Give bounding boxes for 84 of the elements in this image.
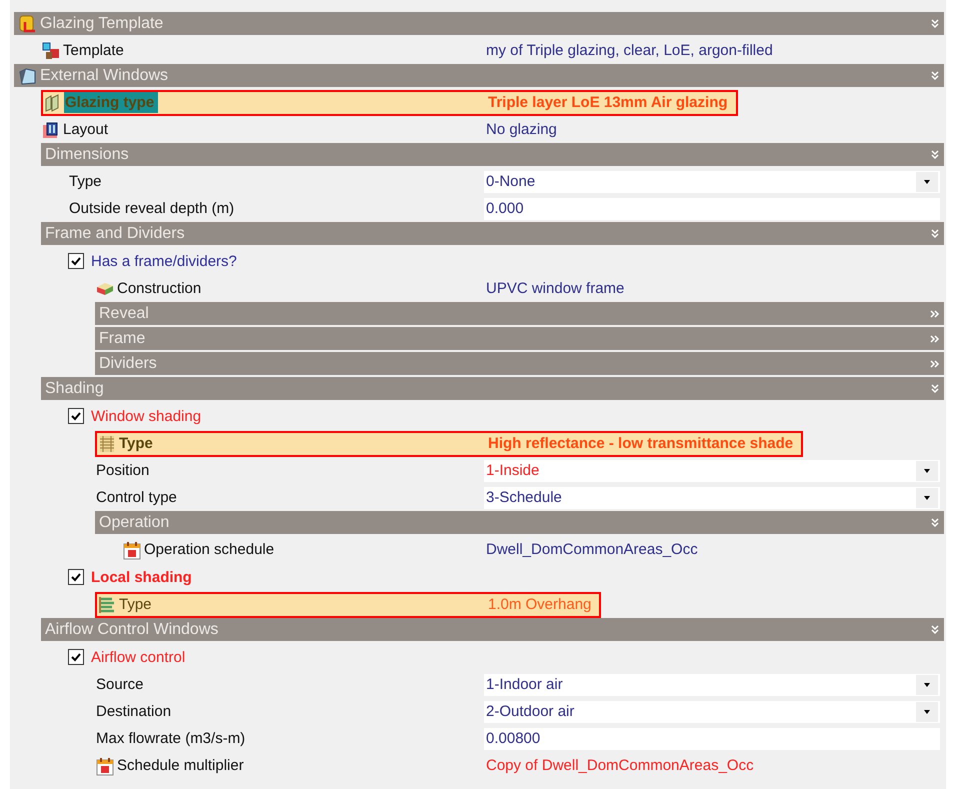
checkmark-icon <box>70 571 82 583</box>
checkbox[interactable] <box>68 253 84 269</box>
section-header[interactable]: Frame <box>95 327 944 350</box>
dropdown[interactable]: 0-None <box>484 170 940 192</box>
field-label: Operation schedule <box>143 540 276 559</box>
checkbox-label: Window shading <box>90 406 202 426</box>
input-field[interactable]: 0.000 <box>484 198 940 220</box>
input-field[interactable]: 0.00800 <box>484 728 940 750</box>
expand-icon[interactable] <box>930 334 940 344</box>
field-value: UPVC window frame <box>485 280 626 297</box>
field-value: my of Triple glazing, clear, LoE, argon-filled <box>485 42 774 59</box>
dropdown-arrow-icon[interactable] <box>923 494 931 502</box>
field-label: Layout <box>62 120 110 139</box>
blind-icon <box>97 434 117 454</box>
checkmark-icon <box>70 651 82 663</box>
dropdown[interactable]: 1-Inside <box>484 460 940 482</box>
field-label: Destination <box>95 702 172 721</box>
dropdown-arrow-icon[interactable] <box>923 466 931 474</box>
field-label: Glazing type <box>64 92 158 113</box>
section-title: Glazing Template <box>40 14 164 32</box>
section-title: Frame and Dividers <box>45 224 185 242</box>
overhang-icon <box>97 594 117 614</box>
checkmark-icon <box>70 410 82 422</box>
dropdown[interactable]: 1-Indoor air <box>484 674 940 696</box>
collapse-icon[interactable] <box>930 70 940 80</box>
collapse-icon[interactable] <box>930 150 940 160</box>
section-header[interactable]: Dimensions <box>41 143 944 166</box>
field-label: Template <box>62 41 125 60</box>
dropdown[interactable]: 3-Schedule <box>484 486 940 508</box>
field-value: High reflectance - low transmittance shade <box>487 435 794 452</box>
window-icon <box>18 66 38 86</box>
collapse-icon[interactable] <box>930 518 940 528</box>
dropdown[interactable]: 2-Outdoor air <box>484 700 940 722</box>
calendar-icon <box>95 756 115 776</box>
field-value: Copy of Dwell_DomCommonAreas_Occ <box>485 757 755 774</box>
collapse-icon[interactable] <box>930 384 940 394</box>
section-header[interactable]: External Windows <box>14 64 944 87</box>
expand-icon[interactable] <box>930 358 940 368</box>
section-title: Airflow Control Windows <box>45 620 218 638</box>
template-icon <box>18 14 38 34</box>
dropdown-arrow-icon[interactable] <box>923 178 931 186</box>
dropdown-arrow-icon[interactable] <box>923 708 931 716</box>
field-label: Type <box>68 172 103 191</box>
blocks-icon <box>41 40 61 60</box>
field-value: Dwell_DomCommonAreas_Occ <box>485 541 699 558</box>
field-label: Schedule multiplier <box>116 756 245 775</box>
section-header[interactable]: Dividers <box>95 352 944 375</box>
checkbox[interactable] <box>68 649 84 665</box>
checkbox-label: Has a frame/dividers? <box>90 252 238 270</box>
field-value: Triple layer LoE 13mm Air glazing <box>487 94 728 111</box>
section-header[interactable]: Glazing Template <box>14 12 944 35</box>
field-label: Outside reveal depth (m) <box>68 199 236 218</box>
field-label: Type <box>118 434 154 453</box>
checkbox[interactable] <box>68 408 84 424</box>
collapse-icon[interactable] <box>930 18 940 28</box>
section-header[interactable]: Reveal <box>95 302 944 325</box>
field-label: Source <box>95 675 145 694</box>
section-header[interactable]: Frame and Dividers <box>41 222 944 245</box>
expand-icon[interactable] <box>930 308 940 318</box>
field-label: Control type <box>95 488 178 507</box>
section-title: Dividers <box>99 354 157 372</box>
section-header[interactable]: Airflow Control Windows <box>41 618 944 641</box>
collapse-icon[interactable] <box>930 228 940 238</box>
checkmark-icon <box>70 255 82 267</box>
calendar-icon <box>122 540 142 560</box>
checkbox[interactable] <box>68 569 84 585</box>
section-title: Shading <box>45 380 104 398</box>
section-title: External Windows <box>40 66 168 84</box>
section-header[interactable]: Shading <box>41 377 944 400</box>
field-label: Position <box>95 461 150 480</box>
section-title: Operation <box>99 514 170 532</box>
section-header[interactable]: Operation <box>95 511 944 534</box>
field-label: Type <box>118 595 153 614</box>
field-label: Construction <box>116 279 202 298</box>
field-label: Max flowrate (m3/s-m) <box>95 729 246 748</box>
section-title: Frame <box>99 330 146 348</box>
checkbox-label: Local shading <box>90 568 193 586</box>
field-value: No glazing <box>485 121 558 138</box>
dropdown-arrow-icon[interactable] <box>923 680 931 688</box>
collapse-icon[interactable] <box>930 624 940 634</box>
section-title: Reveal <box>99 304 149 322</box>
field-value: 1.0m Overhang <box>487 596 592 613</box>
checkbox-label: Airflow control <box>90 648 186 666</box>
section-title: Dimensions <box>45 146 129 164</box>
